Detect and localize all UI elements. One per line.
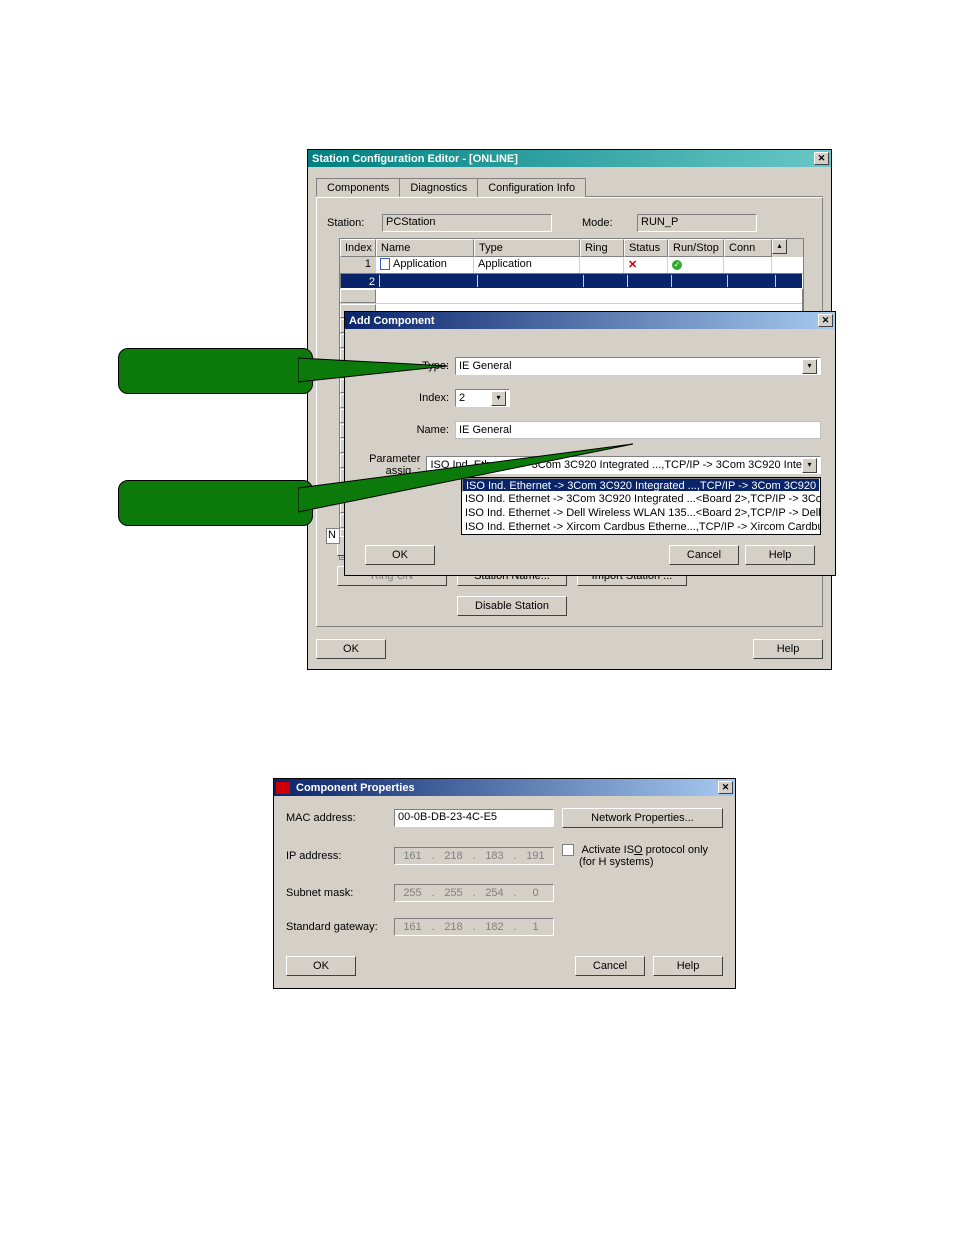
list-item[interactable]: ISO Ind. Ethernet -> Dell Wireless WLAN …: [462, 506, 820, 520]
application-icon: [380, 258, 390, 270]
name-input[interactable]: IE General: [455, 421, 821, 439]
type-label: Type:: [359, 360, 455, 372]
index-select[interactable]: 2 ▾: [455, 389, 510, 407]
table-row-selected[interactable]: 2: [340, 273, 803, 289]
tab-diagnostics[interactable]: Diagnostics: [399, 178, 478, 197]
ok-button[interactable]: OK: [286, 956, 356, 976]
type-select[interactable]: IE General ▾: [455, 357, 821, 375]
table-row[interactable]: 1 Application Application ✕ ✓: [340, 257, 803, 273]
chevron-down-icon[interactable]: ▾: [802, 458, 817, 473]
col-status[interactable]: Status: [624, 239, 668, 257]
list-item[interactable]: ISO Ind. Ethernet -> 3Com 3C920 Integrat…: [462, 492, 820, 506]
help-button[interactable]: Help: [653, 956, 723, 976]
col-name[interactable]: Name: [376, 239, 474, 257]
param-select[interactable]: ISO Ind. Ethernet -> 3Com 3C920 Integrat…: [426, 456, 821, 474]
activate-iso-row[interactable]: Activate ISO protocol only (for H system…: [562, 844, 723, 868]
checkbox-icon[interactable]: [562, 844, 574, 856]
callout-1: [118, 348, 313, 394]
list-item[interactable]: ISO Ind. Ethernet -> 3Com 3C920 Integrat…: [462, 478, 820, 492]
mac-label: MAC address:: [286, 812, 386, 824]
gateway-field: 161. 218. 182. 1: [394, 918, 554, 936]
col-conn[interactable]: Conn: [724, 239, 772, 257]
mode-label: Mode:: [582, 217, 637, 229]
titlebar[interactable]: Component Properties ✕: [274, 779, 735, 796]
titlebar[interactable]: Station Configuration Editor - [ONLINE] …: [308, 150, 831, 167]
n-truncated-field[interactable]: N: [326, 528, 340, 544]
col-ring[interactable]: Ring: [580, 239, 624, 257]
name-label: Name:: [359, 424, 455, 436]
status-error-icon: ✕: [628, 259, 637, 271]
component-properties-window: Component Properties ✕ MAC address: 00-0…: [273, 778, 736, 989]
close-icon[interactable]: ✕: [818, 314, 833, 327]
add-comp-title: Add Component: [347, 315, 818, 327]
subnet-label: Subnet mask:: [286, 887, 386, 899]
chevron-down-icon[interactable]: ▾: [802, 359, 817, 374]
window-title: Component Properties: [294, 782, 718, 794]
col-index[interactable]: Index: [340, 239, 376, 257]
mac-input[interactable]: 00-0B-DB-23-4C-E5: [394, 809, 554, 827]
subnet-field: 255. 255. 254. 0: [394, 884, 554, 902]
help-button[interactable]: Help: [753, 639, 823, 659]
ip-field: 161. 218. 183. 191: [394, 847, 554, 865]
index-label: Index:: [359, 392, 455, 404]
station-field: PCStation: [382, 214, 552, 232]
ok-button[interactable]: OK: [316, 639, 386, 659]
tab-components[interactable]: Components: [316, 178, 400, 197]
add-comp-titlebar[interactable]: Add Component ✕: [345, 312, 835, 329]
param-dropdown-list[interactable]: ISO Ind. Ethernet -> 3Com 3C920 Integrat…: [461, 477, 821, 535]
disable-station-button[interactable]: Disable Station: [457, 596, 567, 616]
ip-label: IP address:: [286, 850, 386, 862]
gw-label: Standard gateway:: [286, 921, 386, 933]
cancel-button[interactable]: Cancel: [575, 956, 645, 976]
add-component-dialog: Add Component ✕ Type: IE General ▾ Index…: [344, 311, 836, 576]
mode-field: RUN_P: [637, 214, 757, 232]
list-item[interactable]: ISO Ind. Ethernet -> Xircom Cardbus Ethe…: [462, 520, 820, 534]
help-button[interactable]: Help: [745, 545, 815, 565]
param-label: Parameter assig..:: [359, 453, 426, 477]
col-type[interactable]: Type: [474, 239, 580, 257]
chevron-down-icon[interactable]: ▾: [491, 391, 506, 406]
close-icon[interactable]: ✕: [718, 781, 733, 794]
cancel-button[interactable]: Cancel: [669, 545, 739, 565]
col-run[interactable]: Run/Stop: [668, 239, 724, 257]
callout-2: [118, 480, 313, 526]
station-label: Station:: [327, 217, 382, 229]
app-icon: [276, 782, 290, 794]
tab-config-info[interactable]: Configuration Info: [477, 178, 586, 197]
station-config-editor-window: Station Configuration Editor - [ONLINE] …: [307, 149, 832, 670]
close-icon[interactable]: ✕: [814, 152, 829, 165]
tabs: Components Diagnostics Configuration Inf…: [316, 177, 823, 197]
ok-button[interactable]: OK: [365, 545, 435, 565]
status-ok-icon: ✓: [672, 260, 682, 270]
scroll-up-icon[interactable]: ▴: [772, 239, 787, 254]
window-title: Station Configuration Editor - [ONLINE]: [310, 153, 814, 165]
network-properties-button[interactable]: Network Properties...: [562, 808, 723, 828]
